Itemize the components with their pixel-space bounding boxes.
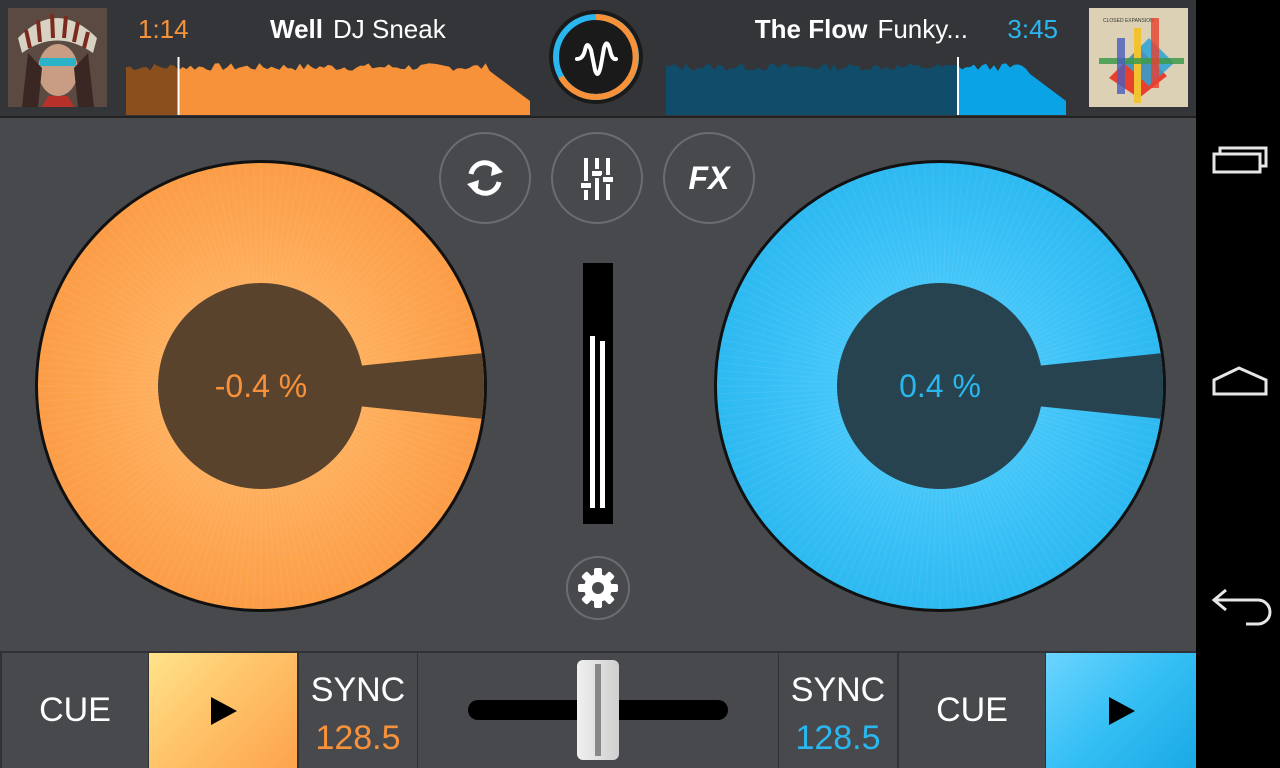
loop-button[interactable] <box>439 132 531 224</box>
mixer-sliders-icon <box>579 158 615 200</box>
deck-a-artist: DJ Sneak <box>332 14 446 44</box>
waveform-remaining <box>178 63 530 115</box>
crossfader[interactable] <box>418 653 778 768</box>
home-icon <box>1212 366 1268 396</box>
album-art-abstract-icon: CLOSED EXPANSION <box>1089 8 1188 107</box>
deck-b-play-button[interactable] <box>1046 653 1196 768</box>
playhead <box>177 57 180 115</box>
vu-meter <box>583 263 613 524</box>
deck-a-cue-button[interactable]: CUE <box>2 653 148 768</box>
deck-b-waveform[interactable] <box>666 57 1066 115</box>
deck-a-title: Well <box>270 14 323 44</box>
deck-b-title: The Flow <box>754 14 868 44</box>
gear-icon <box>578 568 618 608</box>
deck-b-bpm: 128.5 <box>795 719 881 757</box>
deck-a-waveform[interactable] <box>126 57 530 115</box>
deck-b-jog-wheel[interactable]: 0.4 % <box>714 160 1166 612</box>
recent-apps-icon <box>1212 146 1268 174</box>
deck-a-sync-button[interactable]: SYNC 128.5 <box>299 653 417 768</box>
deck-a-time: 1:14 <box>138 14 189 44</box>
deck-a-play-button[interactable] <box>149 653 297 768</box>
deck-a-track-info: Well DJ Sneak <box>270 14 446 45</box>
transport-bar: CUE SYNC 128.5 SYNC 128.5 CUE <box>0 651 1196 768</box>
deck-b-pitch: 0.4 % <box>899 368 981 404</box>
settings-button[interactable] <box>566 556 630 620</box>
play-icon <box>211 696 237 725</box>
waveform-logo-icon <box>553 14 639 100</box>
deck-b-cue-button[interactable]: CUE <box>899 653 1045 768</box>
deck-b-artist: Funky... <box>877 14 968 44</box>
deck-b-time: 3:45 <box>1007 14 1058 44</box>
crossfader-handle[interactable] <box>577 660 619 760</box>
deck-a-bpm: 128.5 <box>315 719 401 757</box>
deck-a-sync-label: SYNC <box>310 671 406 709</box>
mixer-button[interactable] <box>551 132 643 224</box>
system-nav-bar <box>1196 0 1280 768</box>
deck-b-album-art[interactable]: CLOSED EXPANSION <box>1089 8 1188 107</box>
deck-b-sync-label: SYNC <box>790 671 886 709</box>
album-art-headdress-icon <box>8 8 107 107</box>
waveform-played <box>126 63 179 115</box>
fx-label: FX <box>688 160 730 196</box>
deck-b-track-info: The Flow Funky... <box>755 14 968 45</box>
vu-meter-right <box>600 340 605 508</box>
dj-app: 1:14 Well DJ Sneak The Flow Funky... 3:45 … <box>0 0 1196 768</box>
waveform-remaining <box>958 63 1066 115</box>
play-icon <box>1109 696 1135 725</box>
home-button[interactable] <box>1196 342 1280 422</box>
waveform-played <box>666 63 958 115</box>
deck-a-jog-wheel[interactable]: -0.4 % <box>35 160 487 612</box>
top-bar: 1:14 Well DJ Sneak The Flow Funky... 3:45 … <box>0 0 1196 118</box>
deck-b-sync-button[interactable]: SYNC 128.5 <box>779 653 897 768</box>
playhead <box>957 57 959 115</box>
app-logo-button[interactable] <box>549 10 643 104</box>
vu-meter-left <box>590 336 595 508</box>
fx-button[interactable]: FX <box>663 132 755 224</box>
back-button[interactable] <box>1196 566 1280 646</box>
deck-b-cover-text: CLOSED EXPANSION <box>1103 18 1154 24</box>
loop-icon <box>467 160 503 196</box>
back-icon <box>1211 588 1272 626</box>
deck-a-album-art[interactable] <box>8 8 107 107</box>
recent-apps-button[interactable] <box>1196 120 1280 200</box>
deck-a-pitch: -0.4 % <box>214 368 308 404</box>
